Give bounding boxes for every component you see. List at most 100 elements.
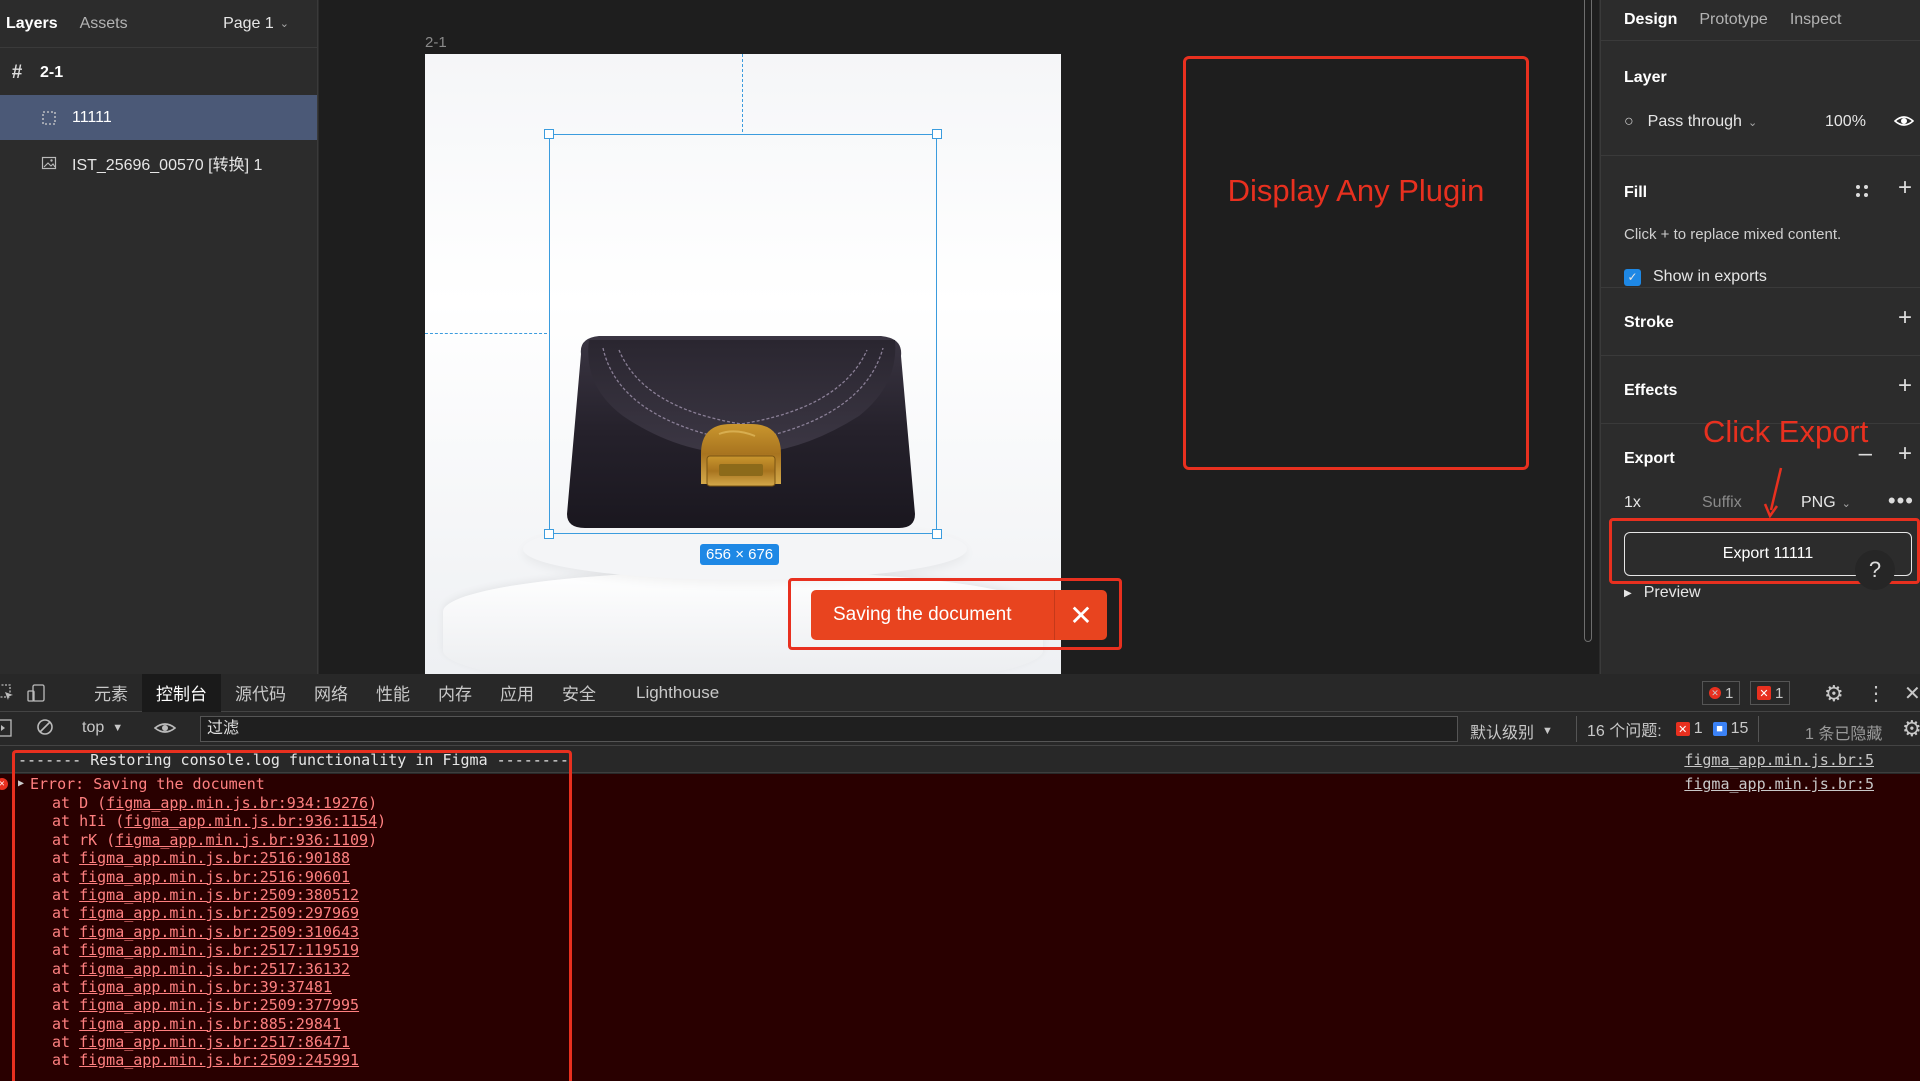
help-icon[interactable]: ? [1855,550,1895,590]
add-effect-icon[interactable]: + [1898,372,1912,400]
page-selector-label: Page 1 [223,14,274,32]
caret-down-icon: ▼ [112,722,124,734]
console-toolbar: top ▼ 过滤 默认级别 ▼ 16 个问题: ✕ 1 ■ 15 1 条已隐藏 … [0,712,1920,746]
tab-assets[interactable]: Assets [80,15,128,33]
layer-name: IST_25696_00570 [转换] 1 [72,156,263,174]
checkbox-checked-icon[interactable]: ✓ [1624,268,1641,286]
error-counter[interactable]: ✕ 1 [1702,681,1741,705]
layer-row-frame[interactable]: # 2-1 [0,50,317,95]
warning-count: 1 [1775,684,1784,702]
blend-mode-select[interactable]: ○ Pass through ⌄ [1624,113,1757,131]
layers-panel: Layers Assets Page 1 ⌄ # 2-1 11111 IST_2… [0,0,318,674]
inspect-element-icon[interactable] [0,683,16,702]
toast-message: Saving the document [833,604,1012,625]
tab-performance[interactable]: 性能 [362,674,424,712]
device-toolbar-icon[interactable] [16,683,56,703]
tab-elements[interactable]: 元素 [80,674,142,712]
eye-icon[interactable] [1893,111,1915,136]
log-level-label: 默认级别 [1470,725,1535,742]
console-error-annotation-outline [12,750,572,1081]
stroke-section: Stroke + [1601,288,1920,356]
opacity-input[interactable]: 100% [1825,113,1866,131]
frame-label[interactable]: 2-1 [425,34,447,51]
plugin-annotation-text: Display Any Plugin [1227,173,1485,208]
fill-section-title: Fill [1624,184,1648,201]
tab-prototype[interactable]: Prototype [1699,11,1767,29]
layer-section-title: Layer [1624,69,1667,86]
preview-toggle[interactable]: ▶ Preview [1624,584,1701,602]
measure-guide-vertical [742,54,743,132]
issues-button[interactable]: 16 个问题: ✕ 1 ■ 15 [1576,716,1760,742]
layer-row-image[interactable]: IST_25696_00570 [转换] 1 [0,140,317,185]
resize-handle-tl[interactable] [544,129,554,139]
show-in-exports-toggle[interactable]: ✓ Show in exports [1624,268,1767,286]
clear-console-icon[interactable] [36,718,54,741]
style-grid-icon[interactable] [1854,183,1870,204]
tab-network[interactable]: 网络 [300,674,362,712]
canvas[interactable]: 2-1 656 × 676 Display Any Plugin Saving … [319,0,1599,674]
triangle-right-icon: ▶ [1624,587,1632,599]
console-source-link[interactable]: figma_app.min.js.br:5 [1684,774,1874,794]
selection-box[interactable] [544,129,942,539]
devtools-tabs: 元素 控制台 源代码 网络 性能 内存 应用 安全 Lighthouse ✕ 1… [0,673,1920,712]
live-expression-eye-icon[interactable] [153,720,177,741]
close-icon[interactable]: ✕ [1055,599,1107,632]
show-in-exports-label: Show in exports [1653,268,1767,285]
tab-sources[interactable]: 源代码 [221,674,300,712]
tab-console[interactable]: 控制台 [142,673,221,712]
issue-counter[interactable]: ✕ 1 [1750,681,1791,705]
right-panel-tabs: Design Prototype Inspect [1601,0,1920,40]
resize-handle-br[interactable] [932,529,942,539]
tab-design[interactable]: Design [1624,11,1677,29]
resize-handle-bl[interactable] [544,529,554,539]
layer-name: 2-1 [40,63,64,81]
frame-icon: # [11,61,23,83]
canvas-scrollbar[interactable] [1584,0,1592,642]
add-export-icon[interactable]: + [1898,440,1912,468]
export-section-title: Export [1624,450,1675,467]
caret-down-icon: ▼ [1542,725,1553,737]
more-vertical-icon[interactable]: ⋮ [1866,681,1886,706]
tab-security[interactable]: 安全 [548,674,610,712]
issues-error-count: 1 [1693,720,1703,737]
resize-handle-tr[interactable] [932,129,942,139]
tab-memory[interactable]: 内存 [424,674,486,712]
console-settings-gear-icon[interactable]: ⚙ [1902,716,1920,742]
effects-section-title: Effects [1624,382,1678,399]
chevron-down-icon: ⌄ [1841,497,1851,510]
remove-export-icon[interactable]: – [1859,440,1872,468]
close-devtools-icon[interactable]: ✕ [1904,681,1920,706]
selection-size-badge: 656 × 676 [700,544,780,565]
export-scale-input[interactable]: 1x [1624,494,1641,512]
issues-info-count: 15 [1730,720,1749,737]
tab-lighthouse[interactable]: Lighthouse [622,674,733,712]
tab-application[interactable]: 应用 [486,674,548,712]
tab-layers[interactable]: Layers [6,15,58,33]
export-format-select[interactable]: PNG ⌄ [1801,494,1851,512]
plugin-annotation-box: Display Any Plugin [1183,56,1529,470]
tab-inspect[interactable]: Inspect [1790,11,1842,29]
page-selector[interactable]: Page 1 ⌄ [223,15,289,33]
more-options-icon[interactable]: ••• [1888,488,1914,514]
layer-name: 11111 [72,108,112,126]
fill-hint: Click + to replace mixed content. [1624,226,1842,243]
image-icon [40,154,58,172]
error-circle-icon: ✕ [1709,687,1721,699]
chevron-down-icon: ⌄ [1747,116,1758,129]
layer-section: Layer ○ Pass through ⌄ 100% [1601,40,1920,156]
export-suffix-input[interactable]: Suffix [1702,494,1742,512]
console-filter-input[interactable]: 过滤 [200,716,1458,742]
add-stroke-icon[interactable]: + [1898,304,1912,332]
sidebar-toggle-icon[interactable] [0,719,12,742]
annotation-arrow [1763,467,1783,518]
layer-row-selected[interactable]: 11111 [0,95,317,140]
add-fill-icon[interactable]: + [1898,174,1912,202]
hidden-messages-label: 1 条已隐藏 [1805,726,1883,743]
context-select[interactable]: top ▼ [82,719,123,737]
click-export-annotation: Click Export [1703,414,1869,449]
fill-section: Fill + Click + to replace mixed content.… [1601,156,1920,288]
chevron-down-icon: ⌄ [279,18,289,30]
console-source-link[interactable]: figma_app.min.js.br:5 [1684,747,1874,773]
log-level-select[interactable]: 默认级别 ▼ [1470,719,1553,743]
settings-gear-icon[interactable]: ⚙ [1824,681,1844,707]
